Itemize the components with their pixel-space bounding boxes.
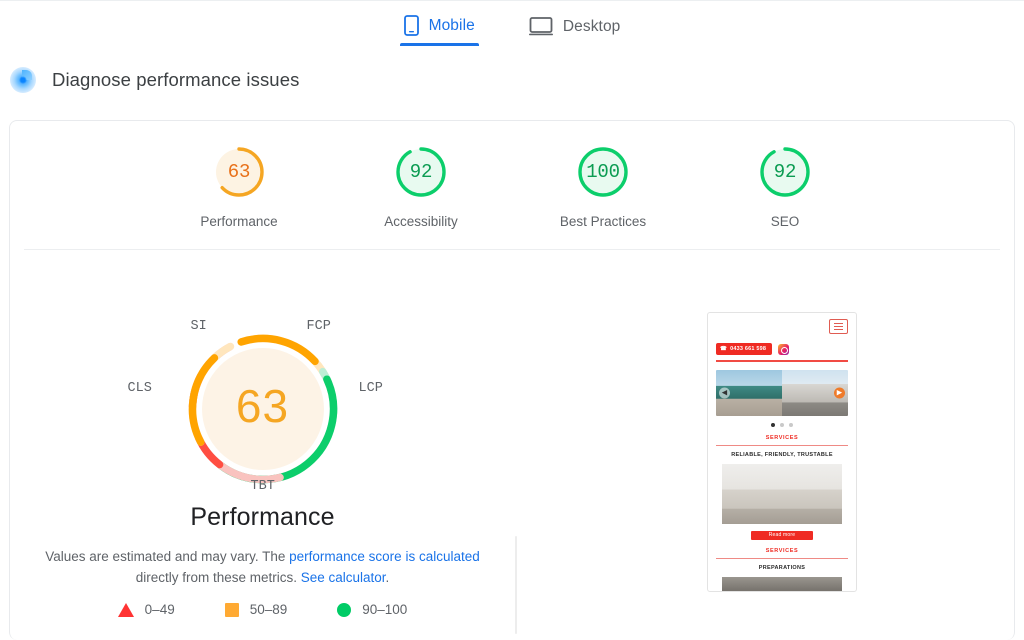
instagram-icon (778, 343, 790, 355)
gauge-accessibility: 92 (392, 143, 450, 201)
note-text-end: . (385, 570, 390, 585)
score-seo[interactable]: 92 SEO (722, 143, 848, 229)
carousel-next-icon: ▶ (834, 387, 845, 398)
note-text-mid: directly from these metrics. (135, 570, 301, 585)
performance-note: Values are estimated and may vary. The p… (26, 546, 499, 588)
hamburger-menu-icon (829, 319, 848, 334)
legend-label-poor: 0–49 (144, 602, 175, 617)
note-text-pre: Values are estimated and may vary. The (45, 549, 290, 564)
score-accessibility[interactable]: 92 Accessibility (358, 143, 484, 229)
legend-item-poor: 0–49 (117, 602, 175, 617)
score-performance-label: Performance (200, 214, 278, 229)
metric-label-fcp[interactable]: FCP (307, 319, 331, 334)
lighthouse-icon (10, 67, 36, 93)
report-body: 63 FCP LCP TBT CLS SI Performance Values… (10, 250, 1014, 640)
performance-heading: Performance (190, 503, 335, 531)
preparations-photo (722, 576, 842, 591)
tagline: RELIABLE, FRIENDLY, TRUSTABLE (731, 451, 833, 458)
services-heading-1: SERVICES (765, 434, 799, 441)
report-card: 63 Performance 92 Accessibility 100 Best… (9, 120, 1015, 640)
triangle-icon (117, 602, 134, 617)
divider (716, 444, 848, 446)
legend-label-average: 50–89 (249, 602, 288, 617)
metric-label-tbt[interactable]: TBT (251, 479, 275, 494)
divider (716, 360, 848, 362)
score-seo-label: SEO (770, 214, 800, 229)
score-best-practices[interactable]: 100 Best Practices (540, 143, 666, 229)
metric-label-lcp[interactable]: LCP (359, 381, 383, 396)
phone-call-button: ☎ 0433 661 598 (716, 343, 773, 355)
tab-mobile-label: Mobile (428, 16, 475, 34)
top-border (0, 0, 1024, 1)
category-scores: 63 Performance 92 Accessibility 100 Best… (10, 121, 1014, 229)
mobile-icon (403, 15, 419, 36)
divider (716, 557, 848, 559)
metric-label-si[interactable]: SI (191, 319, 207, 334)
screenshot-pane: ☎ 0433 661 598 ◀ ▶ SERVICES RELIABLE, FR… (515, 250, 1014, 640)
services-heading-2: SERVICES (765, 547, 799, 554)
performance-metric-donut: 63 FCP LCP TBT CLS SI (113, 309, 413, 509)
tab-mobile[interactable]: Mobile (399, 15, 480, 46)
circle-icon (337, 602, 352, 617)
legend-item-average: 50–89 (224, 602, 288, 617)
score-legend: 0–49 50–89 90–100 (10, 602, 515, 617)
gauge-performance-value: 63 (227, 161, 251, 183)
tab-desktop-label: Desktop (562, 17, 621, 35)
desktop-icon (528, 17, 553, 36)
score-best-practices-label: Best Practices (559, 214, 647, 229)
gauge-accessibility-value: 92 (409, 161, 433, 183)
gauge-best-practices-value: 100 (586, 161, 620, 183)
page-screenshot-thumbnail[interactable]: ☎ 0433 661 598 ◀ ▶ SERVICES RELIABLE, FR… (707, 312, 857, 592)
image-carousel: ◀ ▶ (716, 369, 848, 416)
carousel-dots (716, 422, 848, 427)
gauge-performance: 63 (210, 143, 268, 201)
legend-label-good: 90–100 (362, 602, 408, 617)
legend-item-good: 90–100 (337, 602, 407, 617)
gauge-best-practices: 100 (574, 143, 632, 201)
square-icon (224, 602, 239, 617)
device-tabs: Mobile Desktop (0, 0, 1024, 46)
carousel-prev-icon: ◀ (719, 387, 730, 398)
read-more-button: Read more (751, 530, 813, 540)
preparations-heading: PREPARATIONS (758, 564, 806, 571)
link-see-calculator[interactable]: See calculator (301, 570, 386, 585)
phone-number: 0433 661 598 (730, 346, 767, 352)
page-title: Diagnose performance issues (52, 69, 300, 90)
gauge-seo: 92 (756, 143, 814, 201)
interior-photo (722, 463, 842, 524)
gauge-seo-value: 92 (773, 161, 797, 183)
link-performance-score-calculated[interactable]: performance score is calculated (289, 549, 480, 564)
section-heading: Diagnose performance issues (0, 46, 1024, 93)
metric-label-cls[interactable]: CLS (128, 381, 152, 396)
score-accessibility-label: Accessibility (384, 214, 458, 229)
tab-desktop[interactable]: Desktop (525, 17, 625, 46)
phone-icon: ☎ (720, 346, 728, 352)
metrics-pane: 63 FCP LCP TBT CLS SI Performance Values… (10, 250, 515, 640)
score-performance[interactable]: 63 Performance (176, 143, 302, 229)
